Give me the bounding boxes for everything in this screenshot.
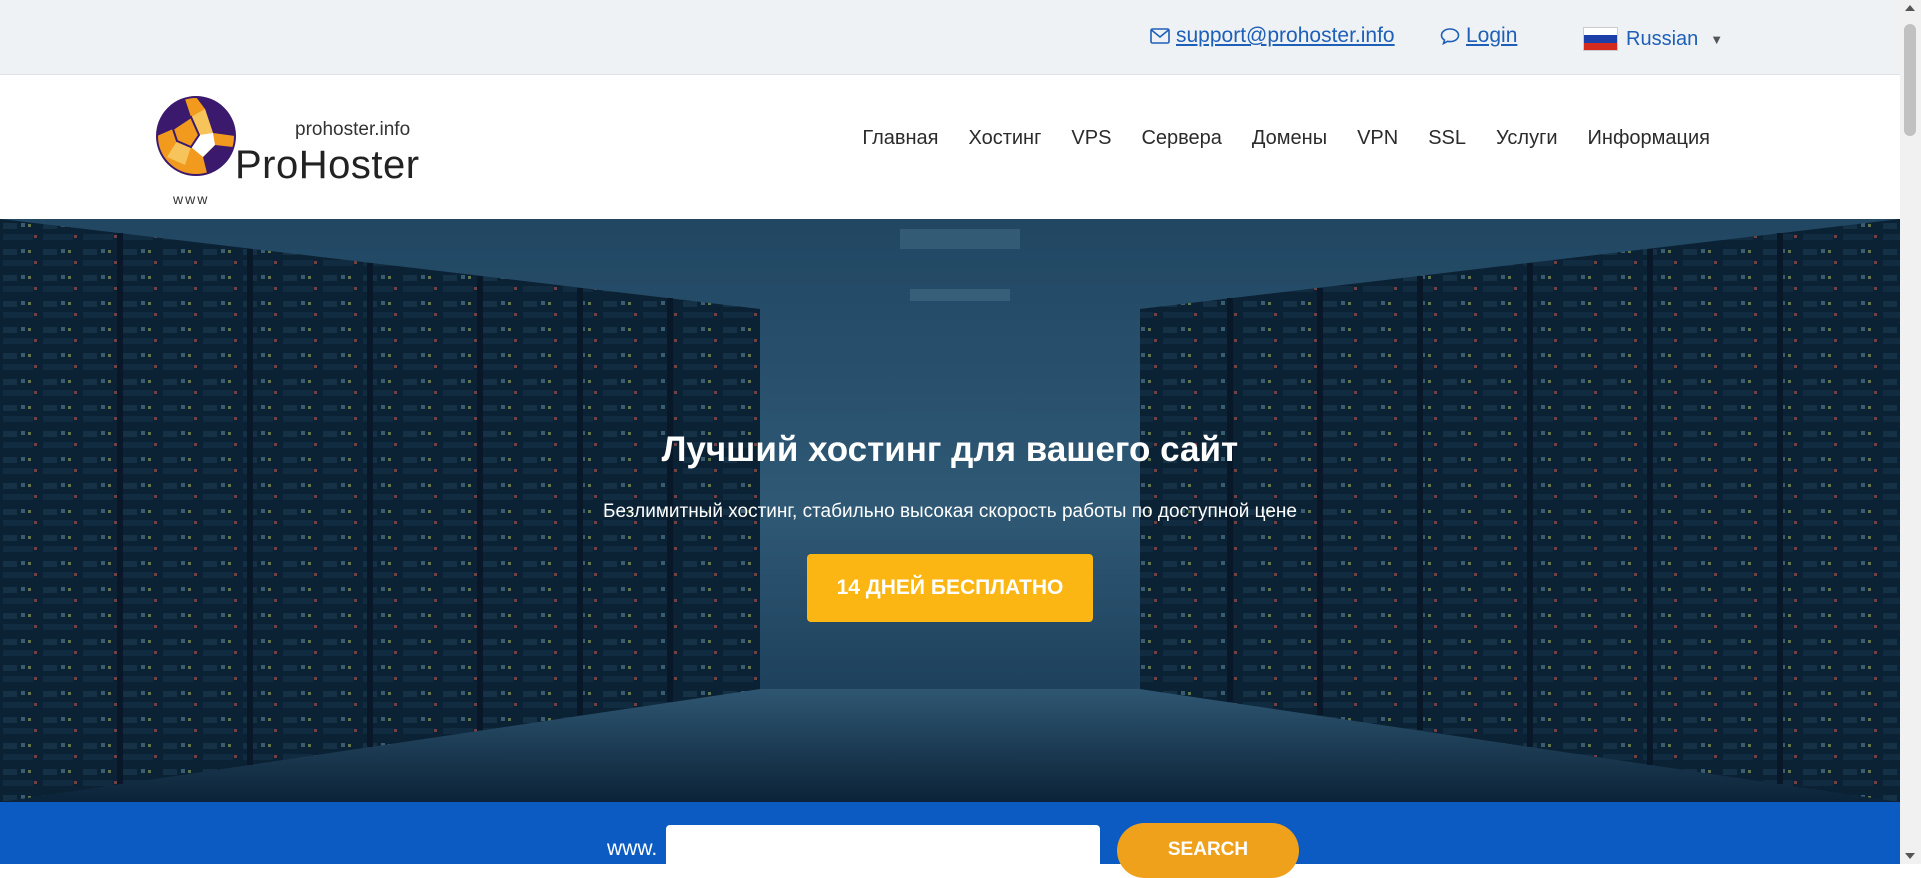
scroll-down-arrow-icon[interactable] bbox=[1905, 853, 1915, 859]
search-button[interactable]: SEARCH bbox=[1117, 823, 1299, 878]
login-link[interactable]: Login bbox=[1440, 24, 1517, 48]
support-email-link[interactable]: support@prohoster.info bbox=[1150, 24, 1395, 48]
nav-item-ssl[interactable]: SSL bbox=[1428, 127, 1466, 150]
main-nav: Главная Хостинг VPS Сервера Домены VPN S… bbox=[862, 127, 1710, 150]
nav-item-home[interactable]: Главная bbox=[862, 127, 938, 150]
logo-domain: prohoster.info bbox=[295, 119, 411, 140]
site-header: prohoster.info ProHoster www Главная Хос… bbox=[0, 75, 1900, 219]
free-trial-button[interactable]: 14 ДНЕЙ БЕСПЛАТНО bbox=[807, 554, 1093, 622]
domain-search-input[interactable] bbox=[666, 825, 1100, 872]
logo[interactable]: prohoster.info ProHoster www bbox=[155, 95, 419, 210]
logo-globe-icon bbox=[156, 96, 236, 176]
nav-item-servers[interactable]: Сервера bbox=[1141, 127, 1221, 150]
top-bar: support@prohoster.info Login Russian ▼ bbox=[0, 0, 1900, 75]
logo-www: www bbox=[173, 191, 210, 207]
logo-brand: ProHoster bbox=[235, 143, 420, 187]
hero-subtitle: Безлимитный хостинг, стабильно высокая с… bbox=[603, 501, 1297, 522]
support-email-text: support@prohoster.info bbox=[1176, 24, 1395, 47]
language-selector[interactable]: Russian ▼ bbox=[1583, 27, 1723, 51]
speech-bubble-icon bbox=[1440, 28, 1460, 45]
russia-flag-icon bbox=[1583, 27, 1618, 51]
domain-search-bar: www. SEARCH bbox=[0, 802, 1900, 878]
envelope-icon bbox=[1150, 28, 1170, 44]
nav-item-services[interactable]: Услуги bbox=[1496, 127, 1558, 150]
nav-item-info[interactable]: Информация bbox=[1588, 127, 1710, 150]
domain-prefix-label: www. bbox=[607, 837, 658, 860]
hero-banner: Лучший хостинг для вашего сайт Безлимитн… bbox=[0, 219, 1900, 802]
login-text: Login bbox=[1466, 24, 1518, 47]
language-label: Russian bbox=[1626, 27, 1699, 50]
nav-item-vpn[interactable]: VPN bbox=[1357, 127, 1398, 150]
scroll-up-arrow-icon[interactable] bbox=[1905, 5, 1915, 11]
page-scrollbar[interactable] bbox=[1900, 0, 1921, 864]
nav-item-domains[interactable]: Домены bbox=[1252, 127, 1327, 150]
caret-down-icon: ▼ bbox=[1710, 31, 1724, 47]
scrollbar-thumb[interactable] bbox=[1904, 24, 1916, 136]
nav-item-vps[interactable]: VPS bbox=[1071, 127, 1111, 150]
hero-title: Лучший хостинг для вашего сайт bbox=[661, 430, 1239, 469]
nav-item-hosting[interactable]: Хостинг bbox=[968, 127, 1041, 150]
